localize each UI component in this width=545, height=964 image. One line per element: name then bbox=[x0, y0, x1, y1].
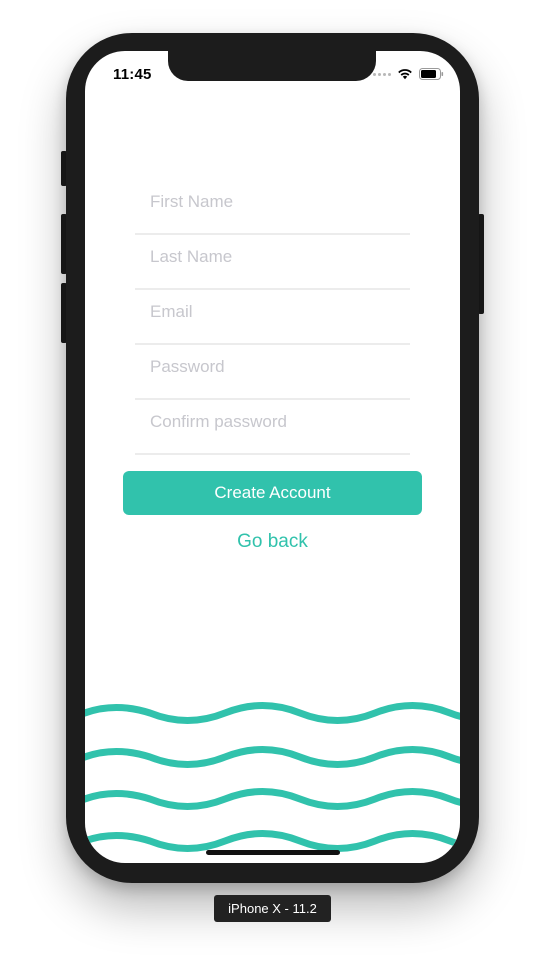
first-name-field[interactable] bbox=[150, 190, 400, 214]
confirm-password-field[interactable] bbox=[150, 410, 400, 434]
last-name-field-row bbox=[135, 235, 410, 290]
wave-line bbox=[85, 788, 460, 810]
first-name-field-row bbox=[135, 180, 410, 235]
status-time: 11:45 bbox=[113, 66, 152, 83]
device-screen: 11:45 First Name Last Name Email Create … bbox=[85, 51, 460, 863]
wave-line bbox=[85, 830, 460, 852]
wave-line bbox=[85, 702, 460, 724]
notch bbox=[168, 51, 376, 81]
wifi-icon bbox=[398, 69, 412, 80]
wave-decoration bbox=[85, 702, 460, 852]
create-account-button[interactable]: Create Account bbox=[123, 471, 422, 515]
status-icons bbox=[373, 68, 444, 80]
home-indicator[interactable] bbox=[206, 850, 340, 855]
simulator-stage: 11:45 First Name Last Name Email Create … bbox=[0, 0, 545, 964]
password-field[interactable] bbox=[150, 355, 400, 379]
password-field-row bbox=[135, 345, 410, 400]
wave-line bbox=[85, 746, 460, 768]
email-field-row bbox=[135, 290, 410, 345]
go-back-link[interactable]: Go back bbox=[85, 531, 460, 553]
last-name-field[interactable] bbox=[150, 245, 400, 269]
email-field[interactable] bbox=[150, 300, 400, 324]
signup-form bbox=[135, 180, 410, 455]
battery-icon bbox=[419, 68, 444, 80]
simulator-device-label: iPhone X - 11.2 bbox=[214, 895, 331, 922]
confirm-password-field-row bbox=[135, 400, 410, 455]
signal-dots-icon bbox=[373, 72, 391, 76]
